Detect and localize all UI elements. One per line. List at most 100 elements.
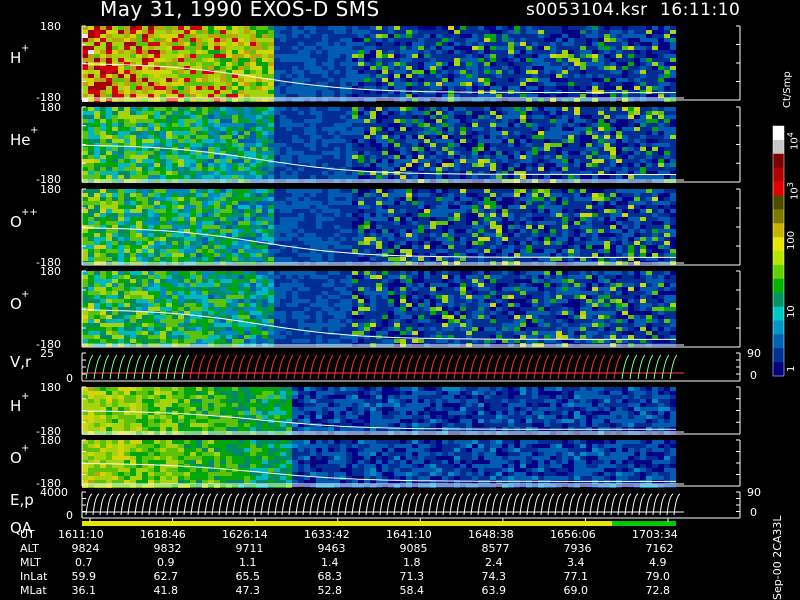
spectrogram-cell (142, 107, 148, 111)
spectrogram-cell (142, 90, 148, 94)
spectrogram-cell (94, 90, 100, 94)
spectrogram-cell (160, 209, 166, 213)
spectrogram-cell (334, 155, 340, 159)
spectrogram-cell (256, 42, 262, 46)
spectrogram-cell (388, 107, 394, 111)
spectrogram-cell (214, 62, 220, 66)
spectrogram-cell (568, 111, 574, 115)
spectrogram-cell (172, 58, 178, 62)
spectrogram-cell (166, 86, 172, 90)
spectrogram-cell (478, 147, 484, 151)
spectrogram-cell (652, 42, 658, 46)
spectrogram-cell (628, 34, 634, 38)
spectrogram-cell (328, 82, 334, 86)
spectrogram-cell (562, 34, 568, 38)
spectrogram-cell (418, 205, 424, 209)
spectrogram-cell (580, 175, 586, 179)
spectrogram-cell (136, 107, 142, 111)
spectrogram-cell (274, 62, 280, 66)
spectrogram-cell (178, 115, 184, 119)
spectrogram-cell (100, 82, 106, 86)
spectrogram-cell (94, 171, 100, 175)
spectrogram-cell (370, 197, 376, 201)
spectrogram-cell (82, 193, 88, 197)
spectrogram-cell (286, 135, 292, 139)
spectrogram-cell (334, 62, 340, 66)
spectrogram-cell (454, 175, 460, 179)
spectrogram-cell (232, 46, 238, 50)
spectrogram-cell (526, 205, 532, 209)
spectrogram-cell (196, 253, 202, 257)
spectrogram-cell (172, 82, 178, 86)
spectrogram-cell (256, 245, 262, 249)
spectrogram-cell (250, 54, 256, 58)
spectrogram-cell (184, 26, 190, 30)
spectrogram-cell (388, 257, 394, 261)
spectrogram-cell (394, 70, 400, 74)
spectrogram-cell (460, 86, 466, 90)
spectrogram-cell (202, 82, 208, 86)
spectrogram-cell (538, 147, 544, 151)
spectrogram-cell (412, 34, 418, 38)
spectrogram-cell (88, 175, 94, 179)
spectrogram-cell (592, 26, 598, 30)
spectrogram-cell (292, 171, 298, 175)
spectrogram-cell (532, 70, 538, 74)
spectrogram-cell (436, 143, 442, 147)
spectrogram-cell (340, 229, 346, 233)
spectrogram-cell (502, 245, 508, 249)
spectrogram-cell (172, 70, 178, 74)
spectrogram-cell (202, 143, 208, 147)
spectrogram-cell (340, 115, 346, 119)
spectrogram-cell (238, 46, 244, 50)
spectrogram-cell (664, 38, 670, 42)
spectrogram-cell (106, 217, 112, 221)
spectrogram-cell (358, 42, 364, 46)
spectrogram-cell (88, 159, 94, 163)
spectrogram-cell (256, 123, 262, 127)
spectrogram-cell (364, 155, 370, 159)
spectrogram-cell (598, 74, 604, 78)
spectrogram-cell (394, 241, 400, 245)
spectrogram-cell (94, 50, 100, 54)
spectrogram-cell (472, 201, 478, 205)
spectrogram-cell (310, 58, 316, 62)
spectrogram-cell (640, 66, 646, 70)
spectrogram-cell (424, 229, 430, 233)
spectrogram-cell (616, 78, 622, 82)
spectrogram-cell (244, 26, 250, 30)
spectrogram-cell (136, 38, 142, 42)
spectrogram-cell (502, 66, 508, 70)
spectrogram-cell (418, 127, 424, 131)
spectrogram-cell (664, 155, 670, 159)
spectrogram-cell (430, 249, 436, 253)
spectrogram-cell (88, 123, 94, 127)
spectrogram-cell (226, 34, 232, 38)
spectrogram-cell (484, 34, 490, 38)
spectrogram-cell (148, 143, 154, 147)
spectrogram-cell (130, 50, 136, 54)
spectrogram-cell (298, 201, 304, 205)
spectrogram-cell (508, 42, 514, 46)
spectrogram-cell (346, 38, 352, 42)
spectrogram-cell (172, 163, 178, 167)
spectrogram-cell (82, 127, 88, 131)
spectrogram-cell (202, 229, 208, 233)
spectrogram-cell (160, 38, 166, 42)
spectrogram-cell (112, 171, 118, 175)
spectrogram-cell (520, 58, 526, 62)
spectrogram-cell (262, 86, 268, 90)
spectrogram-cell (460, 257, 466, 261)
spectrogram-cell (658, 78, 664, 82)
spectrogram-cell (652, 86, 658, 90)
spectrogram-cell (130, 58, 136, 62)
spectrogram-cell (520, 127, 526, 131)
spectrogram-cell (442, 107, 448, 111)
spectrogram-cell (136, 74, 142, 78)
spectrogram-cell (178, 86, 184, 90)
spectrogram-cell (400, 139, 406, 143)
spectrogram-cell (256, 253, 262, 257)
spectrogram-cell (466, 46, 472, 50)
spectrogram-cell (634, 123, 640, 127)
spectrogram-cell (478, 221, 484, 225)
